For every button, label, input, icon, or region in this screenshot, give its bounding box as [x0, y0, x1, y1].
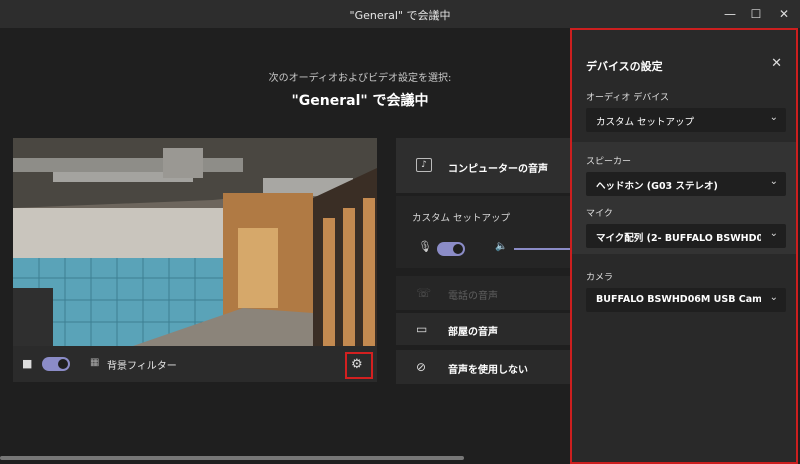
chevron-down-icon: ⌄ — [769, 228, 778, 239]
room-audio-label: 部屋の音声 — [448, 327, 498, 338]
computer-audio-label: コンピューターの音声 — [448, 164, 548, 175]
option-no-audio[interactable]: ⊘ 音声を使用しない — [396, 350, 576, 384]
speaker-label: スピーカー — [586, 157, 632, 167]
speaker-value: ヘッドホン (G03 ステレオ) — [596, 181, 718, 192]
speaker-dropdown[interactable]: ヘッドホン (G03 ステレオ) ⌄ — [586, 172, 786, 196]
video-controls: ■ ▦ 背景フィルター — [13, 346, 377, 382]
option-phone-audio[interactable]: ☏ 電話の音声 — [396, 276, 576, 310]
office-scene-image — [13, 138, 377, 346]
mic-toggle[interactable] — [437, 242, 465, 256]
chevron-down-icon: ⌄ — [769, 112, 778, 123]
computer-audio-icon: ♪ — [416, 158, 432, 172]
monitor-icon: ▭ — [416, 322, 428, 336]
mic-dropdown[interactable]: マイク配列 (2- BUFFALO BSWHD0… ⌄ — [586, 224, 786, 248]
camera-value: BUFFALO BSWHD06M USB Cam… — [596, 294, 761, 305]
mute-icon: ⊘ — [416, 360, 427, 374]
custom-setup-section: カスタム セットアップ 🎙 🔈 — [396, 196, 576, 268]
camera-icon: ■ — [22, 357, 33, 370]
video-toggle[interactable] — [42, 357, 70, 371]
close-window-button[interactable]: ✕ — [770, 4, 798, 24]
background-filter-icon: ▦ — [90, 357, 100, 368]
background-filter-label[interactable]: 背景フィルター — [107, 357, 177, 372]
custom-setup-label: カスタム セットアップ — [412, 213, 511, 224]
mic-label: マイク — [586, 209, 613, 219]
chevron-down-icon: ⌄ — [769, 292, 778, 303]
camera-label: カメラ — [586, 273, 614, 283]
audio-device-label: オーディオ デバイス — [586, 93, 669, 103]
speaker-volume-icon: 🔈 — [495, 241, 508, 252]
option-computer-audio[interactable]: ♪ コンピューターの音声 — [396, 138, 576, 193]
phone-icon: ☏ — [416, 286, 432, 300]
close-icon[interactable]: ✕ — [771, 56, 782, 71]
mic-value: マイク配列 (2- BUFFALO BSWHD0… — [596, 233, 761, 244]
microphone-icon: 🎙 — [418, 240, 432, 253]
phone-audio-label: 電話の音声 — [448, 291, 498, 302]
maximize-button[interactable]: ☐ — [742, 4, 770, 24]
volume-slider[interactable] — [514, 248, 576, 250]
title-bar: "General" で会議中 — ☐ ✕ — [0, 0, 800, 28]
panel-title: デバイスの設定 — [586, 60, 663, 73]
camera-dropdown[interactable]: BUFFALO BSWHD06M USB Cam… ⌄ — [586, 288, 786, 312]
audio-device-value: カスタム セットアップ — [596, 117, 695, 128]
device-settings-panel: デバイスの設定 ✕ オーディオ デバイス カスタム セットアップ ⌄ スピーカー… — [570, 28, 798, 464]
option-room-audio[interactable]: ▭ 部屋の音声 — [396, 313, 576, 345]
device-settings-button[interactable]: ⚙ — [345, 352, 373, 379]
chevron-down-icon: ⌄ — [769, 176, 778, 187]
audio-device-dropdown[interactable]: カスタム セットアップ ⌄ — [586, 108, 786, 132]
minimize-button[interactable]: — — [716, 4, 744, 24]
window-title: "General" で会議中 — [349, 9, 451, 22]
no-audio-label: 音声を使用しない — [448, 365, 528, 376]
gear-icon: ⚙ — [351, 357, 363, 372]
video-preview — [13, 138, 377, 346]
horizontal-scrollbar[interactable] — [0, 456, 464, 460]
